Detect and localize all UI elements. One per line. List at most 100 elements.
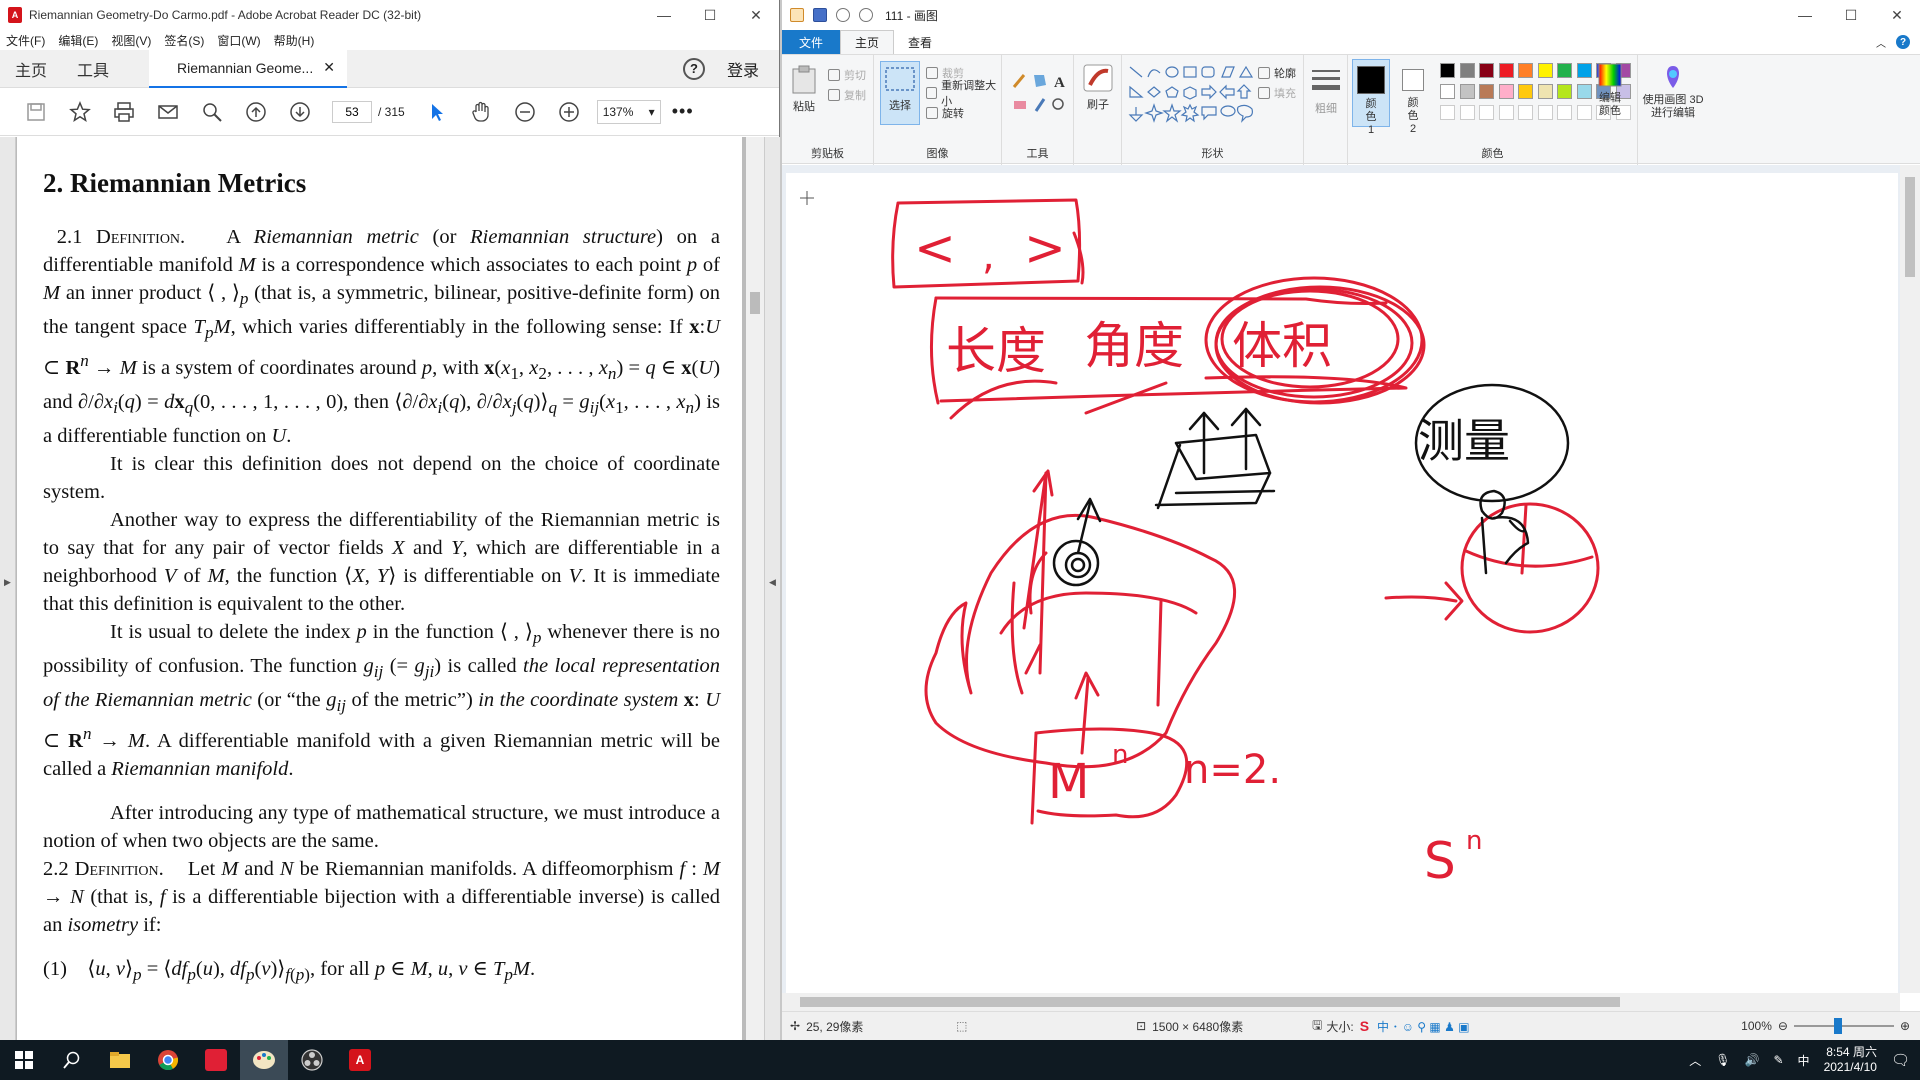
pdf-scrollbar[interactable]	[746, 137, 764, 1040]
paint3d-button[interactable]: 使用画图 3D 进行编辑	[1642, 63, 1704, 120]
maximize-icon[interactable]: ☐	[687, 0, 733, 30]
login-button[interactable]: 登录	[727, 57, 759, 81]
right-pane-toggle[interactable]: ◀	[764, 137, 780, 1040]
palette-swatch[interactable]	[1537, 84, 1553, 99]
redo-icon[interactable]	[859, 8, 873, 22]
shapes-gallery[interactable]	[1126, 63, 1256, 123]
text-tool-icon[interactable]: A	[1054, 75, 1065, 91]
file-explorer-icon[interactable]	[96, 1040, 144, 1080]
windows-start-icon[interactable]	[0, 1040, 48, 1080]
palette-swatch[interactable]	[1440, 63, 1455, 78]
bookmark-star-icon[interactable]	[58, 92, 102, 132]
palette-custom-swatch[interactable]	[1459, 105, 1475, 120]
outline-button[interactable]: 轮廓	[1258, 63, 1296, 83]
help-icon[interactable]: ?	[1896, 35, 1910, 49]
search-icon[interactable]	[190, 92, 234, 132]
cut-button[interactable]: 剪切	[828, 65, 866, 85]
page-number-input[interactable]	[332, 100, 372, 123]
microphone-icon[interactable]: 🎙	[1715, 1053, 1730, 1067]
canvas-hscroll[interactable]	[782, 993, 1900, 1011]
color1-button[interactable]: 颜色 1	[1352, 59, 1390, 136]
edit-colors-button[interactable]: 编辑颜色	[1588, 61, 1632, 118]
size-button[interactable]: 粗细	[1308, 67, 1344, 116]
palette-swatch[interactable]	[1557, 84, 1572, 99]
close-tab-icon[interactable]: ✕	[323, 59, 335, 76]
fill-bucket-icon[interactable]	[1034, 75, 1046, 87]
save-icon[interactable]	[14, 92, 58, 132]
select-button[interactable]: 选择	[880, 61, 920, 125]
palette-swatch[interactable]	[1518, 63, 1533, 78]
collapse-ribbon-icon[interactable]: ︿	[1876, 35, 1886, 50]
paste-button[interactable]: 粘贴	[790, 65, 818, 114]
paint-taskbar-icon[interactable]	[240, 1040, 288, 1080]
palette-custom-swatch[interactable]	[1557, 105, 1572, 120]
zoom-dropdown[interactable]: 137% ▾	[596, 99, 661, 124]
scrollbar-thumb[interactable]	[750, 292, 760, 314]
minimize-icon[interactable]: —	[1782, 0, 1828, 30]
obs-icon[interactable]	[288, 1040, 336, 1080]
zoom-out-icon[interactable]: ⊖	[1778, 1019, 1788, 1033]
left-pane-toggle[interactable]: ▶	[0, 137, 16, 1040]
resize-button[interactable]: 重新调整大小	[926, 80, 1001, 108]
drawing-canvas[interactable]: < , > 长度 角度 体积 M n S n n=2. 测量	[786, 173, 1898, 998]
volume-icon[interactable]: 🔊	[1745, 1053, 1760, 1067]
ime-toolbar[interactable]: 中 ･ ☺ ⚲ ▦ ♟ ▣	[1377, 1018, 1469, 1035]
youdao-dict-icon[interactable]	[192, 1040, 240, 1080]
save-icon[interactable]	[813, 8, 827, 22]
menu-help[interactable]: 帮助(H)	[274, 32, 315, 49]
hscroll-thumb[interactable]	[800, 997, 1620, 1007]
palette-swatch[interactable]	[1459, 84, 1475, 99]
brush-button[interactable]: 刷子	[1080, 63, 1116, 112]
help-icon[interactable]: ?	[682, 57, 705, 80]
close-icon[interactable]: ✕	[1874, 0, 1920, 30]
minimize-icon[interactable]: —	[641, 0, 687, 30]
palette-swatch[interactable]	[1518, 84, 1533, 99]
ime-indicator[interactable]: 中	[1798, 1052, 1810, 1069]
zoom-slider-thumb[interactable]	[1833, 1018, 1842, 1034]
more-tools-icon[interactable]: •••	[661, 92, 705, 132]
palette-swatch[interactable]	[1459, 63, 1475, 78]
copy-button[interactable]: 复制	[828, 85, 866, 105]
palette-custom-swatch[interactable]	[1537, 105, 1553, 120]
zoom-slider[interactable]	[1793, 1018, 1894, 1034]
tab-file[interactable]: 文件	[782, 30, 840, 54]
clock[interactable]: 8:54 周六 2021/4/10	[1824, 1045, 1877, 1075]
palette-swatch[interactable]	[1537, 63, 1553, 78]
palette-custom-swatch[interactable]	[1440, 105, 1455, 120]
tray-expand-icon[interactable]: ︿	[1689, 1052, 1701, 1069]
ime-sogou-icon[interactable]: S	[1360, 1018, 1369, 1034]
menu-edit[interactable]: 编辑(E)	[58, 32, 98, 49]
palette-custom-swatch[interactable]	[1498, 105, 1514, 120]
nav-home[interactable]: 主页	[0, 57, 62, 81]
menu-file[interactable]: 文件(F)	[6, 32, 45, 49]
vscroll-thumb[interactable]	[1905, 177, 1915, 277]
menu-window[interactable]: 窗口(W)	[217, 32, 260, 49]
page-down-icon[interactable]	[278, 92, 322, 132]
palette-swatch[interactable]	[1479, 63, 1494, 78]
select-cursor-icon[interactable]	[415, 92, 459, 132]
color-picker-icon[interactable]	[1034, 98, 1046, 112]
document-tab[interactable]: Riemannian Geome... ✕	[149, 49, 347, 88]
search-icon[interactable]	[48, 1040, 96, 1080]
canvas-vscroll[interactable]	[1900, 165, 1920, 993]
zoom-in-icon[interactable]: ⊕	[1900, 1019, 1910, 1033]
notifications-icon[interactable]: 🗨	[1891, 1051, 1910, 1069]
fill-button[interactable]: 填充	[1258, 83, 1296, 103]
palette-swatch[interactable]	[1479, 84, 1494, 99]
nav-tools[interactable]: 工具	[62, 57, 124, 81]
tab-home[interactable]: 主页	[840, 30, 895, 54]
acrobat-taskbar-icon[interactable]: A	[336, 1040, 384, 1080]
palette-custom-swatch[interactable]	[1518, 105, 1533, 120]
palette-swatch[interactable]	[1498, 63, 1514, 78]
eraser-icon[interactable]	[1014, 101, 1026, 109]
palette-swatch[interactable]	[1440, 84, 1455, 99]
page-up-icon[interactable]	[234, 92, 278, 132]
magnifier-icon[interactable]	[1052, 98, 1064, 110]
zoom-out-icon[interactable]	[503, 92, 547, 132]
print-icon[interactable]	[102, 92, 146, 132]
email-icon[interactable]	[146, 92, 190, 132]
tab-view[interactable]: 查看	[894, 34, 946, 51]
pencil-icon[interactable]	[1012, 74, 1026, 88]
palette-swatch[interactable]	[1498, 84, 1514, 99]
hand-tool-icon[interactable]	[459, 92, 503, 132]
